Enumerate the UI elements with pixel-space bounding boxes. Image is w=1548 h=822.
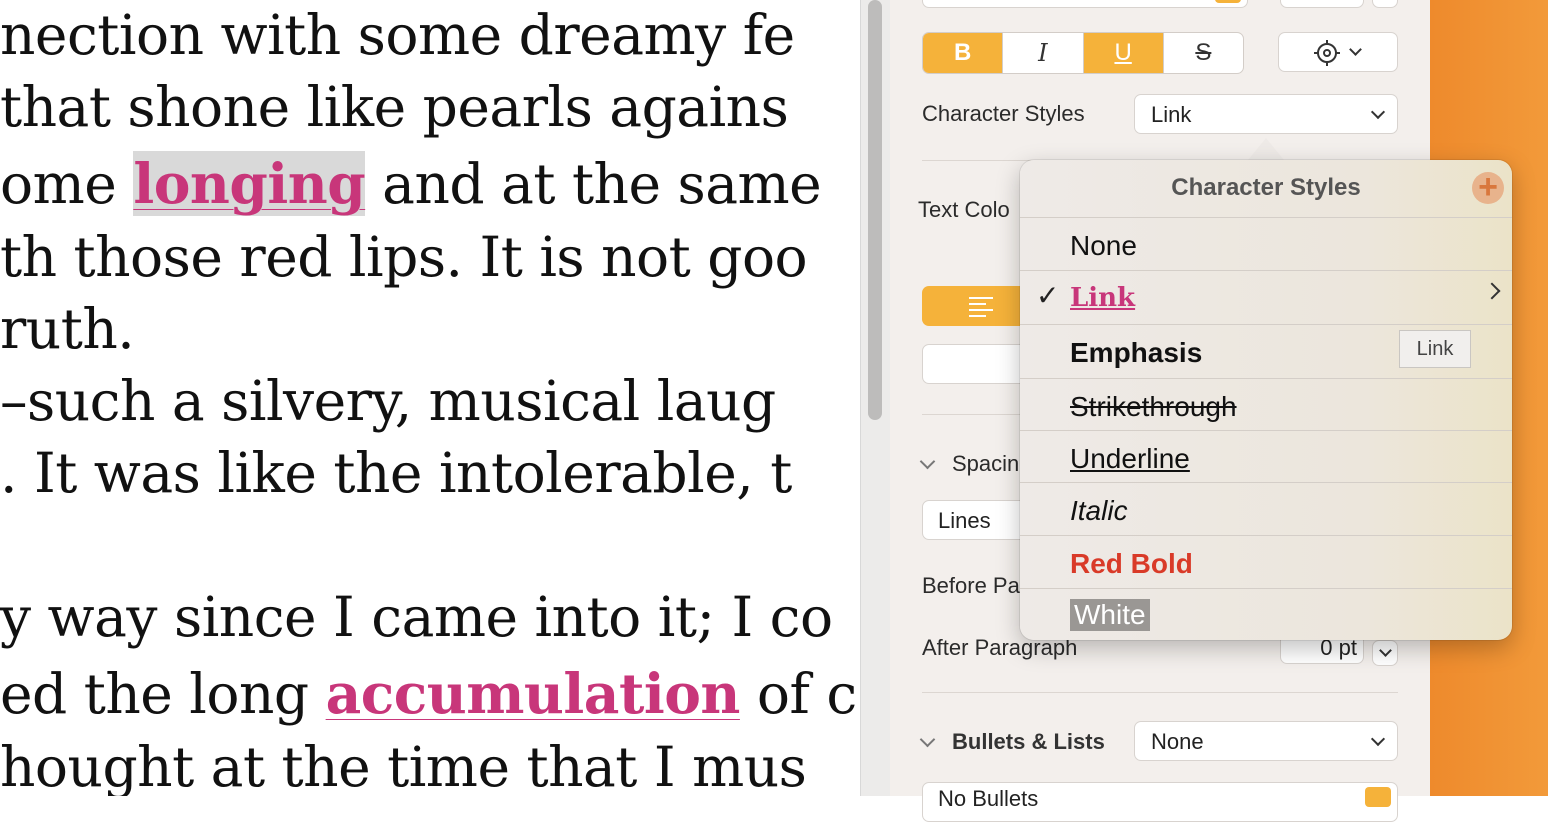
document-canvas[interactable]: nection with some dreamy fe that shone l… bbox=[0, 0, 860, 796]
style-item-label: Link bbox=[1070, 283, 1136, 313]
doc-line[interactable]: nection with some dreamy fe bbox=[0, 8, 795, 63]
doc-line[interactable]: . It was like the intolerable, t bbox=[0, 446, 792, 501]
after-paragraph-stepper[interactable] bbox=[1372, 640, 1398, 666]
bullets-lists-popup[interactable]: None bbox=[1134, 721, 1398, 761]
italic-button[interactable]: I bbox=[1003, 33, 1084, 73]
doc-text: nection with some dreamy fe bbox=[0, 3, 795, 67]
style-item-red-bold[interactable]: Red Bold bbox=[1020, 535, 1512, 588]
divider bbox=[922, 692, 1398, 693]
style-item-italic[interactable]: Italic bbox=[1020, 482, 1512, 535]
doc-text: hought at the time that I mus bbox=[0, 735, 807, 796]
style-item-strikethrough[interactable]: Strikethrough bbox=[1020, 378, 1512, 431]
link-word[interactable]: accumulation bbox=[326, 661, 741, 726]
style-item-none[interactable]: None bbox=[1020, 217, 1512, 270]
underline-button[interactable]: U bbox=[1083, 33, 1164, 73]
font-style-popup[interactable] bbox=[922, 0, 1248, 8]
character-styles-label: Character Styles bbox=[922, 101, 1085, 126]
font-size-stepper[interactable] bbox=[1372, 0, 1398, 8]
doc-text: th those red lips. It is not goo bbox=[0, 225, 808, 289]
bold-button[interactable]: B bbox=[923, 33, 1004, 73]
checkmark-icon: ✓ bbox=[1036, 280, 1060, 311]
plus-icon: + bbox=[1478, 168, 1498, 206]
doc-text: and at the same bbox=[365, 152, 822, 216]
style-item-label: None bbox=[1070, 230, 1137, 261]
before-paragraph-label: Before Pa bbox=[922, 573, 1020, 598]
spacing-label: Spacin bbox=[952, 451, 1020, 476]
style-item-white[interactable]: White bbox=[1020, 588, 1512, 640]
font-size-field[interactable] bbox=[1280, 0, 1364, 8]
chevron-down-icon bbox=[1370, 731, 1386, 747]
style-item-label: Red Bold bbox=[1070, 548, 1193, 579]
text-style-segmented-control: B I U S bbox=[922, 32, 1244, 74]
style-item-label: Strikethrough bbox=[1070, 391, 1237, 422]
advanced-options-button[interactable] bbox=[1278, 32, 1398, 72]
selected-link-word[interactable]: longing bbox=[133, 151, 366, 216]
doc-line[interactable]: ruth. bbox=[0, 302, 135, 357]
doc-line[interactable]: ed the long accumulation of c bbox=[0, 666, 857, 722]
bullets-lists-label: Bullets & Lists bbox=[952, 729, 1105, 754]
doc-text: ed the long bbox=[0, 662, 326, 726]
line-spacing-value: Lines bbox=[938, 508, 991, 533]
doc-line[interactable]: ome longing and at the same bbox=[0, 151, 822, 216]
doc-line[interactable]: y way since I came into it; I co bbox=[0, 590, 833, 645]
style-item-link[interactable]: ✓ Link bbox=[1020, 270, 1512, 323]
style-item-underline[interactable]: Underline bbox=[1020, 430, 1512, 483]
doc-text: ome bbox=[0, 152, 134, 216]
popover-title: Character Styles bbox=[1171, 174, 1361, 201]
chevron-right-icon[interactable] bbox=[1483, 282, 1501, 300]
doc-text: . It was like the intolerable, t bbox=[0, 441, 792, 505]
doc-text: that shone like pearls agains bbox=[0, 75, 789, 139]
doc-text: y way since I came into it; I co bbox=[0, 585, 833, 649]
doc-text: –such a silvery, musical laug bbox=[0, 369, 776, 433]
doc-line[interactable]: th those red lips. It is not goo bbox=[0, 230, 808, 285]
align-left-icon bbox=[969, 297, 993, 317]
chevron-down-icon bbox=[1349, 43, 1362, 56]
chevron-down-icon bbox=[1370, 104, 1386, 120]
vertical-scrollbar[interactable] bbox=[860, 0, 891, 796]
character-styles-value: Link bbox=[1151, 102, 1192, 127]
popover-arrow bbox=[1248, 138, 1284, 160]
bullets-lists-value: None bbox=[1151, 729, 1204, 754]
scrollbar-thumb[interactable] bbox=[868, 0, 882, 420]
doc-line[interactable]: that shone like pearls agains bbox=[0, 80, 789, 135]
character-styles-popover: Character Styles + None ✓ Link Emphasis … bbox=[1020, 160, 1512, 640]
bullet-type-value: No Bullets bbox=[938, 786, 1039, 811]
style-item-label: White bbox=[1070, 599, 1150, 631]
text-color-label: Text Colo bbox=[918, 197, 1010, 222]
style-item-label: Emphasis bbox=[1070, 337, 1203, 368]
popup-stepper-icon bbox=[1365, 787, 1391, 807]
character-styles-popup[interactable]: Link bbox=[1134, 94, 1398, 134]
doc-text: ruth. bbox=[0, 297, 135, 361]
chevron-down-icon bbox=[1379, 644, 1392, 657]
gear-icon bbox=[1314, 40, 1340, 66]
bullet-type-popup[interactable]: No Bullets bbox=[922, 782, 1398, 822]
doc-line[interactable]: –such a silvery, musical laug bbox=[0, 374, 776, 429]
tooltip: Link bbox=[1399, 330, 1471, 368]
popup-stepper-icon bbox=[1215, 0, 1241, 3]
add-style-button[interactable]: + bbox=[1472, 170, 1504, 204]
style-item-label: Italic bbox=[1070, 495, 1128, 526]
doc-line[interactable]: hought at the time that I mus bbox=[0, 740, 807, 795]
doc-text: of c bbox=[739, 662, 857, 726]
strikethrough-button[interactable]: S bbox=[1164, 33, 1243, 73]
style-item-label: Underline bbox=[1070, 443, 1190, 474]
